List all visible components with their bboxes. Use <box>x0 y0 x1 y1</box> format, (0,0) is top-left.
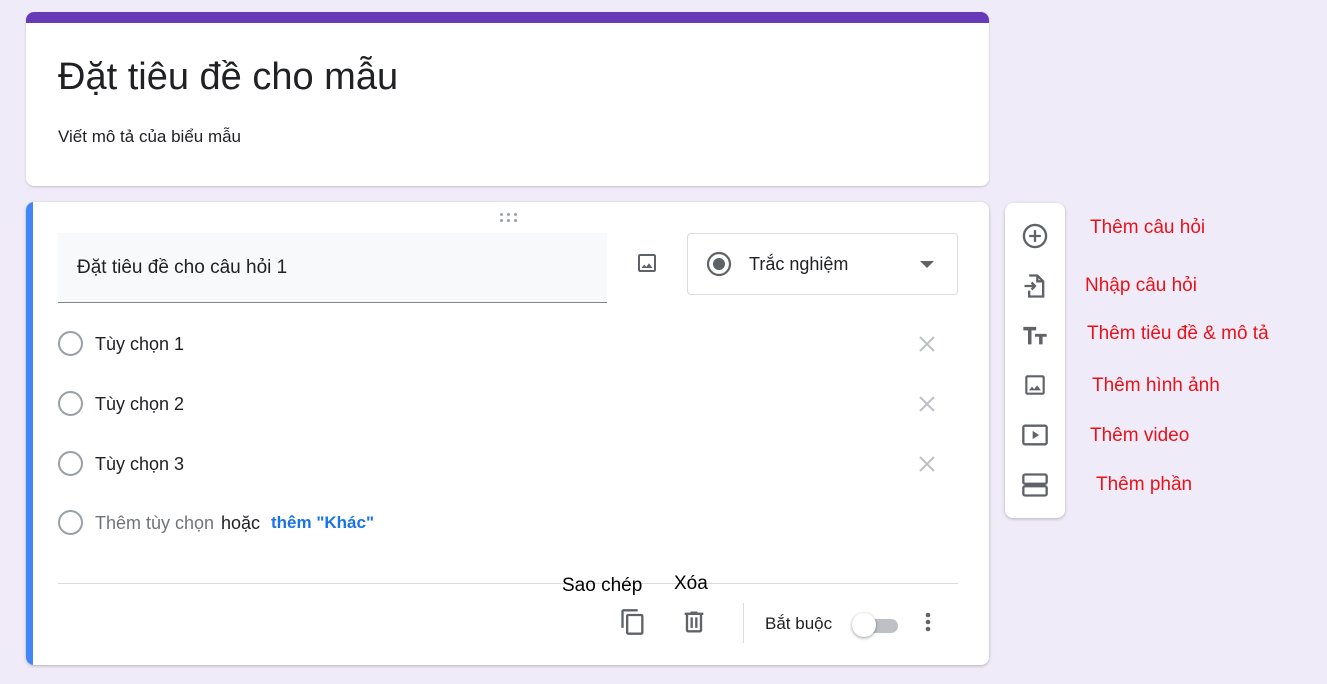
radio-unchecked-icon <box>58 331 83 356</box>
add-video-button[interactable] <box>1020 420 1050 450</box>
copy-icon <box>621 609 644 635</box>
import-questions-button[interactable] <box>1020 271 1050 301</box>
add-question-button[interactable] <box>1020 221 1050 251</box>
remove-option-icon[interactable] <box>915 392 939 416</box>
toggle-knob <box>852 613 876 637</box>
question-title-input[interactable]: Đặt tiêu đề cho câu hỏi 1 <box>58 233 607 303</box>
trash-icon <box>684 611 704 633</box>
question-card[interactable]: Đặt tiêu đề cho câu hỏi 1 Trắc nghiệm Tù… <box>26 202 989 665</box>
label-add-question: Thêm câu hỏi <box>1090 217 1206 238</box>
add-other-link[interactable]: thêm "Khác" <box>271 513 374 533</box>
label-import-questions: Nhập câu hỏi <box>1085 275 1197 296</box>
video-icon <box>1022 424 1048 446</box>
option-row[interactable]: Tùy chọn 3 <box>58 449 958 479</box>
option-label[interactable]: Tùy chọn 3 <box>95 454 184 475</box>
delete-annotation: Xóa <box>674 573 708 594</box>
required-toggle[interactable] <box>852 613 900 637</box>
option-row[interactable]: Tùy chọn 2 <box>58 389 958 419</box>
more-options-icon[interactable] <box>916 607 940 637</box>
radio-unchecked-icon <box>58 451 83 476</box>
active-indicator-bar <box>26 202 33 665</box>
label-add-video: Thêm video <box>1090 425 1190 446</box>
drag-handle-icon[interactable] <box>499 212 519 224</box>
theme-color-bar <box>26 12 989 23</box>
form-description[interactable]: Viết mô tả của biểu mẫu <box>58 127 241 147</box>
image-icon <box>638 254 656 272</box>
remove-option-icon[interactable] <box>915 452 939 476</box>
chevron-down-icon <box>920 261 934 268</box>
or-label: hoặc <box>221 513 261 533</box>
copy-annotation: Sao chép <box>562 575 643 596</box>
label-add-section: Thêm phần <box>1096 474 1193 495</box>
title-text-icon <box>1023 326 1047 345</box>
question-toolbar <box>1005 203 1065 518</box>
footer-separator <box>743 603 744 643</box>
question-type-dropdown[interactable]: Trắc nghiệm <box>687 233 958 295</box>
option-label[interactable]: Tùy chọn 2 <box>95 394 184 415</box>
form-title-card[interactable]: Đặt tiêu đề cho mẫu Viết mô tả của biểu … <box>26 12 989 186</box>
option-row[interactable]: Tùy chọn 1 <box>58 329 958 359</box>
radio-unchecked-icon <box>58 391 83 416</box>
add-option-row: Thêm tùy chọn hoặc thêm "Khác" <box>58 508 958 538</box>
section-icon <box>1022 473 1048 497</box>
form-title[interactable]: Đặt tiêu đề cho mẫu <box>58 56 398 99</box>
radio-unchecked-icon <box>58 510 83 535</box>
remove-option-icon[interactable] <box>915 332 939 356</box>
add-image-to-question-button[interactable] <box>631 247 663 279</box>
question-title-text: Đặt tiêu đề cho câu hỏi 1 <box>77 257 288 278</box>
add-image-button[interactable] <box>1020 370 1050 400</box>
label-add-image: Thêm hình ảnh <box>1092 375 1220 396</box>
question-type-label: Trắc nghiệm <box>749 254 849 274</box>
delete-button[interactable] <box>679 607 709 637</box>
required-label: Bắt buộc <box>765 614 833 633</box>
add-section-button[interactable] <box>1020 470 1050 500</box>
add-title-description-button[interactable] <box>1020 320 1050 350</box>
option-label[interactable]: Tùy chọn 1 <box>95 334 184 355</box>
duplicate-button[interactable] <box>618 607 648 637</box>
footer-divider <box>58 583 958 584</box>
image-icon <box>1025 375 1045 395</box>
radio-checked-icon <box>706 251 732 277</box>
import-icon <box>1024 274 1045 298</box>
add-option-link[interactable]: Thêm tùy chọn <box>95 513 214 534</box>
label-add-title-description: Thêm tiêu đề & mô tả <box>1087 323 1269 344</box>
add-circle-icon <box>1022 223 1048 249</box>
